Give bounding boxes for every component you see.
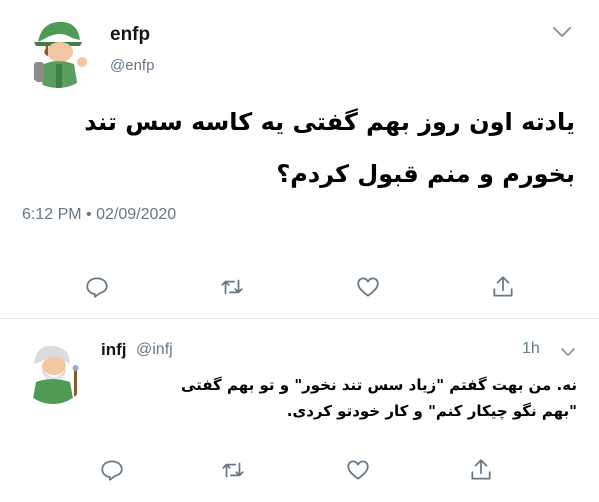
tweet-text: نه. من بهت گفتم "زیاد سس تند نخور" و تو … xyxy=(107,372,577,424)
tweet-text-line: نه. من بهت گفتم "زیاد سس تند نخور" و تو … xyxy=(180,376,577,394)
action-bar xyxy=(0,455,599,485)
reply-icon[interactable] xyxy=(97,455,127,485)
user-handle[interactable]: @infj xyxy=(136,341,173,359)
retweet-icon[interactable] xyxy=(218,455,248,485)
chevron-down-icon[interactable] xyxy=(560,343,576,356)
share-icon[interactable] xyxy=(466,455,496,485)
avatar-infj[interactable] xyxy=(18,334,88,404)
display-name[interactable]: infj xyxy=(101,340,127,360)
tweet-reply: infj @infj 1h نه. من بهت گفتم "زیاد سس ت… xyxy=(0,0,599,502)
tweet-text-line: "بهم نگو چیکار کنم" و کار خودتو کردی. xyxy=(286,402,577,420)
like-icon[interactable] xyxy=(343,455,373,485)
infj-character-icon xyxy=(18,334,88,404)
relative-time[interactable]: 1h xyxy=(522,340,540,358)
